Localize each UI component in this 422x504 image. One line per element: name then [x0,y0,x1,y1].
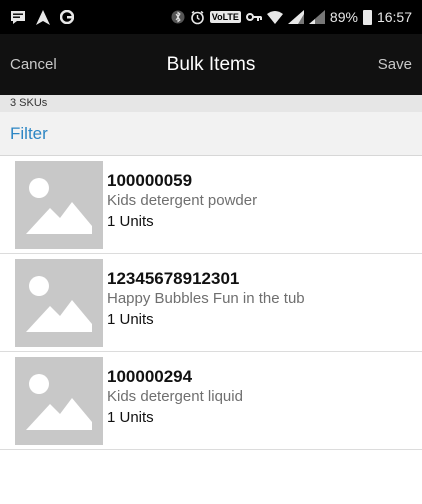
status-right-icons: VoLTE 89% 16:57 [171,9,412,25]
page-title: Bulk Items [166,53,256,75]
status-left-icons [10,9,74,25]
vpn-key-icon [245,12,262,22]
item-units: 1 Units [107,311,154,328]
app-icon [60,10,74,24]
item-description: Kids detergent liquid [107,388,243,405]
item-details: 100000059 Kids detergent powder 1 Units [107,171,257,234]
status-bar: VoLTE 89% 16:57 [0,0,422,34]
signal-icon [287,10,304,24]
signal-icon [308,10,325,24]
volte-icon: VoLTE [209,11,241,23]
alarm-icon [190,10,205,25]
navigation-icon [36,9,50,25]
item-details: 100000294 Kids detergent liquid 1 Units [107,367,243,430]
item-sku: 100000294 [107,367,193,386]
list-item[interactable]: 100000294 Kids detergent liquid 1 Units [0,352,422,450]
image-placeholder-icon [15,160,103,249]
list-item[interactable]: 12345678912301 Happy Bubbles Fun in the … [0,254,422,352]
item-details: 12345678912301 Happy Bubbles Fun in the … [107,269,305,332]
save-button[interactable]: Save [378,56,412,73]
item-units: 1 Units [107,213,154,230]
wifi-icon [266,10,283,24]
list-item[interactable]: 100000059 Kids detergent powder 1 Units [0,156,422,254]
item-sku: 100000059 [107,171,193,190]
item-units: 1 Units [107,409,154,426]
message-icon [10,10,26,24]
cancel-button[interactable]: Cancel [10,56,57,73]
filter-bar: Filter [0,112,422,156]
bulk-items-list: 100000059 Kids detergent powder 1 Units … [0,156,422,450]
image-placeholder-icon [15,356,103,445]
item-description: Kids detergent powder [107,192,258,209]
battery-percent: 89% [329,9,358,25]
filter-button[interactable]: Filter [10,124,48,144]
image-placeholder-icon [15,258,103,347]
battery-icon [362,9,372,25]
clock: 16:57 [376,9,412,25]
item-description: Happy Bubbles Fun in the tub [107,290,305,307]
sku-count: 3 SKUs [0,95,422,112]
top-nav-bar: Cancel Bulk Items Save [0,34,422,95]
item-sku: 12345678912301 [107,269,240,288]
bluetooth-icon [171,10,185,24]
